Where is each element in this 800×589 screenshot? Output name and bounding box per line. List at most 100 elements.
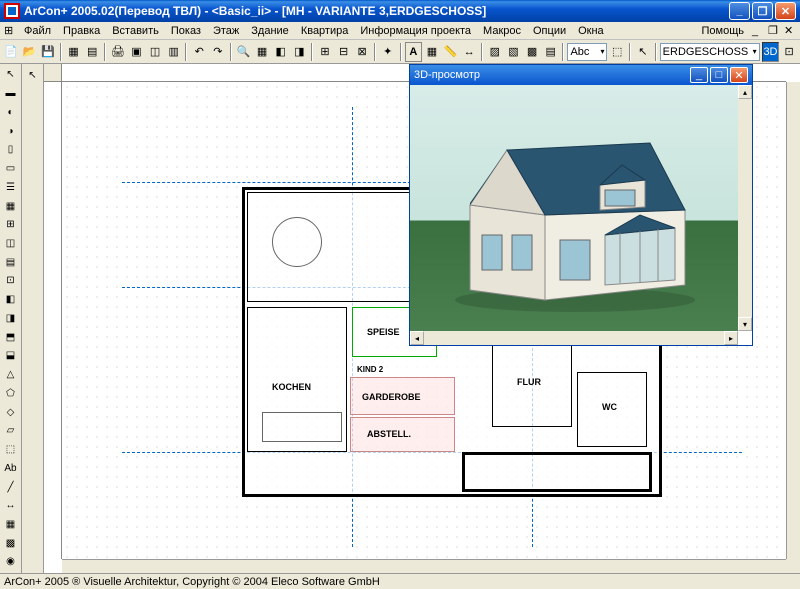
app-icon: [4, 3, 20, 19]
door-icon[interactable]: ▯: [2, 141, 20, 159]
hatch-icon[interactable]: ▤: [542, 42, 560, 62]
text-icon[interactable]: Ab: [2, 459, 20, 477]
menu-project-info[interactable]: Информация проекта: [354, 24, 477, 38]
menu-edit[interactable]: Правка: [57, 24, 106, 38]
tool-icon[interactable]: ▤: [2, 253, 20, 271]
minimize-button[interactable]: _: [729, 2, 750, 20]
tool-icon[interactable]: ⊡: [780, 42, 798, 62]
wall-icon[interactable]: ▬: [2, 85, 20, 103]
tool-icon[interactable]: ⊟: [335, 42, 353, 62]
snap-icon[interactable]: ✦: [379, 42, 397, 62]
menu-macro[interactable]: Макрос: [477, 24, 527, 38]
tool-icon[interactable]: ▱: [2, 422, 20, 440]
roof-icon[interactable]: △: [2, 366, 20, 384]
menu-windows[interactable]: Окна: [572, 24, 610, 38]
menu-options[interactable]: Опции: [527, 24, 572, 38]
tool-icon[interactable]: ▦: [2, 197, 20, 215]
stairs-icon[interactable]: ☰: [2, 178, 20, 196]
scrollbar-horizontal[interactable]: [62, 559, 786, 573]
system-menu-icon[interactable]: ⊞: [2, 24, 18, 37]
preview-scrollbar-v[interactable]: ▴ ▾: [738, 85, 752, 331]
text-tool-icon[interactable]: A: [405, 42, 423, 62]
menu-file[interactable]: Файл: [18, 24, 57, 38]
menu-building[interactable]: Здание: [245, 24, 295, 38]
tool-icon[interactable]: ⬚: [2, 441, 20, 459]
menu-view[interactable]: Показ: [165, 24, 207, 38]
3d-toggle-icon[interactable]: 3D: [762, 42, 780, 62]
tool-icon[interactable]: ◨: [291, 42, 309, 62]
room-label: FLUR: [517, 377, 541, 387]
tool-icon[interactable]: ▤: [83, 42, 101, 62]
tool-icon[interactable]: ⊞: [316, 42, 334, 62]
menu-floor[interactable]: Этаж: [207, 24, 245, 38]
tool-icon[interactable]: ▦: [65, 42, 83, 62]
print-icon[interactable]: 🖨: [109, 42, 127, 62]
room-label: KOCHEN: [272, 382, 311, 392]
preview-3d-view[interactable]: [410, 85, 738, 331]
scroll-corner: [786, 559, 800, 573]
mdi-close-icon[interactable]: ✕: [782, 24, 798, 37]
window-icon[interactable]: ▭: [2, 160, 20, 178]
preview-minimize-button[interactable]: _: [690, 67, 708, 83]
tool-icon[interactable]: ▦: [253, 42, 271, 62]
scroll-up-icon[interactable]: ▴: [738, 85, 752, 99]
tool-icon[interactable]: ◑: [2, 122, 20, 140]
tool-icon[interactable]: ▣: [128, 42, 146, 62]
tool-icon[interactable]: ◇: [2, 403, 20, 421]
redo-icon[interactable]: ↷: [209, 42, 227, 62]
select-icon[interactable]: ↖: [24, 66, 42, 84]
scroll-right-icon[interactable]: ▸: [724, 331, 738, 345]
tool-icon[interactable]: ◨: [2, 310, 20, 328]
ruler-icon[interactable]: 📏: [442, 42, 460, 62]
tool-icon[interactable]: ▩: [2, 534, 20, 552]
undo-icon[interactable]: ↶: [190, 42, 208, 62]
zoom-icon[interactable]: 🔍: [235, 42, 253, 62]
menu-help[interactable]: Помощь: [696, 24, 751, 38]
tool-icon[interactable]: ▦: [2, 516, 20, 534]
select-icon[interactable]: ↖: [2, 66, 20, 84]
preview-scrollbar-h[interactable]: ◂ ▸: [410, 331, 738, 345]
open-icon[interactable]: 📂: [21, 42, 39, 62]
maximize-button[interactable]: ❐: [752, 2, 773, 20]
mdi-maximize-icon[interactable]: ❐: [766, 24, 782, 37]
arrow-icon[interactable]: ↖: [634, 42, 652, 62]
menu-apartment[interactable]: Квартира: [295, 24, 355, 38]
status-text: ArCon+ 2005 ® Visuelle Architektur, Copy…: [4, 576, 380, 588]
hatch-icon[interactable]: ▩: [523, 42, 541, 62]
hatch-icon[interactable]: ▧: [505, 42, 523, 62]
scrollbar-vertical[interactable]: [786, 82, 800, 559]
tool-icon[interactable]: ⬓: [2, 347, 20, 365]
scroll-down-icon[interactable]: ▾: [738, 317, 752, 331]
tool-icon[interactable]: ⬚: [608, 42, 626, 62]
tool-icon[interactable]: ⊠: [353, 42, 371, 62]
hatch-icon[interactable]: ▨: [486, 42, 504, 62]
text-combo[interactable]: Abc▾: [567, 43, 607, 61]
tool-icon[interactable]: ⬠: [2, 384, 20, 402]
tool-icon[interactable]: ◧: [2, 291, 20, 309]
preview-close-button[interactable]: ✕: [730, 67, 748, 83]
dimension-icon[interactable]: ↔: [2, 497, 20, 515]
menu-insert[interactable]: Вставить: [106, 24, 165, 38]
preview-titlebar[interactable]: 3D-просмотр _ □ ✕: [410, 65, 752, 85]
close-button[interactable]: ✕: [775, 2, 796, 20]
tool-icon[interactable]: ◫: [2, 235, 20, 253]
floor-combo[interactable]: ERDGESCHOSS▾: [660, 43, 760, 61]
preview-window[interactable]: 3D-просмотр _ □ ✕: [409, 64, 753, 346]
tool-icon[interactable]: ◐: [2, 103, 20, 121]
mdi-minimize-icon[interactable]: _: [750, 25, 766, 37]
tool-icon[interactable]: ⊡: [2, 272, 20, 290]
room-label: WC: [602, 402, 617, 412]
tool-icon[interactable]: ◧: [272, 42, 290, 62]
scroll-left-icon[interactable]: ◂: [410, 331, 424, 345]
save-icon[interactable]: 💾: [39, 42, 57, 62]
line-icon[interactable]: ╱: [2, 478, 20, 496]
tool-icon[interactable]: ◉: [2, 553, 20, 571]
grid-icon[interactable]: ▦: [423, 42, 441, 62]
new-icon[interactable]: 📄: [2, 42, 20, 62]
tool-icon[interactable]: ◫: [146, 42, 164, 62]
tool-icon[interactable]: ⊞: [2, 216, 20, 234]
preview-maximize-button[interactable]: □: [710, 67, 728, 83]
tool-icon[interactable]: ▥: [165, 42, 183, 62]
dimension-icon[interactable]: ↔: [460, 42, 478, 62]
tool-icon[interactable]: ⬒: [2, 328, 20, 346]
